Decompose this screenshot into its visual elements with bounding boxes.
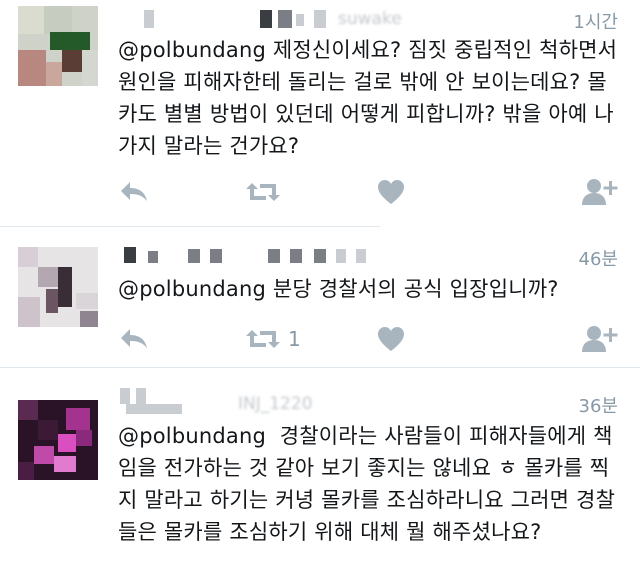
reply-button[interactable] — [118, 175, 150, 209]
follow-icon — [582, 177, 618, 207]
tweet-text: @polbundang 분당 경찰서의 공식 입장입니까? — [118, 277, 559, 301]
tweet-text: @polbundang 제정신이세요? 짐짓 중립적인 척하면서 원인을 피해자… — [118, 38, 625, 158]
retweet-count: 1 — [288, 327, 301, 351]
blurred-name-block — [136, 388, 146, 404]
tweet-text: @polbundang 경찰이라는 사람들이 피해자들에게 책임을 전가하는 것… — [118, 424, 616, 544]
tweet-actions: 1 — [118, 322, 628, 356]
author-name-row[interactable]: suwake — [118, 8, 558, 34]
follow-icon — [582, 324, 618, 354]
follow-button[interactable] — [582, 175, 618, 209]
avatar[interactable] — [18, 400, 98, 480]
blurred-name-block — [314, 10, 326, 28]
tweet-actions — [118, 175, 628, 209]
tweet-time[interactable]: 46분 — [579, 245, 618, 271]
blurred-name-block — [144, 10, 154, 28]
author-handle: suwake — [338, 9, 402, 29]
reply-button[interactable] — [118, 322, 150, 356]
blurred-name-block — [120, 388, 130, 404]
blurred-name-block — [188, 249, 200, 263]
tweet-time[interactable]: 36분 — [579, 392, 618, 418]
retweet-button[interactable] — [244, 175, 288, 209]
blurred-name-block — [278, 10, 292, 28]
retweet-icon — [244, 326, 282, 352]
retweet-button[interactable]: 1 — [244, 322, 301, 356]
like-button[interactable] — [376, 322, 406, 356]
reply-icon — [118, 326, 150, 352]
blurred-name-block — [290, 249, 302, 263]
reply-icon — [118, 179, 150, 205]
avatar[interactable] — [18, 6, 98, 86]
author-name-row[interactable] — [118, 243, 558, 269]
follow-button[interactable] — [582, 322, 618, 356]
author-name-row[interactable]: INJ_1220 — [118, 388, 558, 418]
blurred-name-block — [296, 14, 304, 26]
blurred-name-block — [336, 249, 346, 263]
blurred-name-block — [210, 249, 222, 263]
like-button[interactable] — [376, 175, 406, 209]
tweet-3[interactable]: INJ_1220 36분 @polbundang 경찰이라는 사람들이 피해자들… — [0, 368, 640, 587]
like-icon — [376, 178, 406, 206]
tweet-2[interactable]: 46분 @polbundang 분당 경찰서의 공식 입장입니까? 1 — [0, 227, 640, 367]
blurred-name-block — [126, 404, 182, 414]
like-icon — [376, 325, 406, 353]
blurred-name-block — [260, 10, 272, 28]
tweet-time[interactable]: 1시간 — [573, 8, 618, 34]
author-handle: INJ_1220 — [238, 394, 313, 414]
blurred-name-block — [148, 251, 158, 263]
blurred-name-block — [314, 249, 326, 263]
retweet-icon — [244, 179, 282, 205]
avatar[interactable] — [18, 247, 98, 327]
blurred-name-block — [268, 249, 280, 263]
tweet-1[interactable]: suwake 1시간 @polbundang 제정신이세요? 짐짓 중립적인 척… — [0, 0, 640, 226]
blurred-name-block — [356, 249, 366, 263]
blurred-name-block — [124, 247, 136, 263]
